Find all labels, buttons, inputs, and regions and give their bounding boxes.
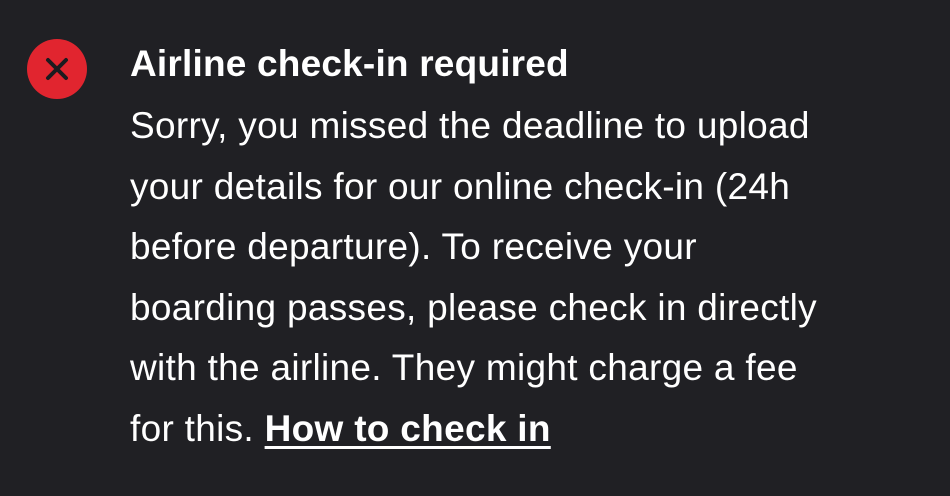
alert-message-last-line: for this. How to check in [130, 399, 930, 460]
how-to-check-in-link[interactable]: How to check in [265, 408, 551, 449]
error-icon [27, 39, 87, 99]
alert-message-line: Sorry, you missed the deadline to upload [130, 105, 810, 146]
alert-message: Sorry, you missed the deadline to upload… [130, 96, 930, 459]
close-icon [46, 58, 68, 80]
alert-message-line: your details for our online check-in (24… [130, 165, 791, 207]
alert-message-line: before departure). To receive your [130, 226, 697, 267]
alert-message-line: with the airline. They might charge a fe… [130, 347, 798, 388]
checkin-alert: Airline check-in required Sorry, you mis… [0, 0, 950, 496]
alert-message-line-text: for this. [130, 407, 265, 449]
alert-message-line: boarding passes, please check in directl… [130, 286, 817, 328]
alert-content: Airline check-in required Sorry, you mis… [130, 36, 930, 459]
alert-title: Airline check-in required [130, 43, 569, 84]
